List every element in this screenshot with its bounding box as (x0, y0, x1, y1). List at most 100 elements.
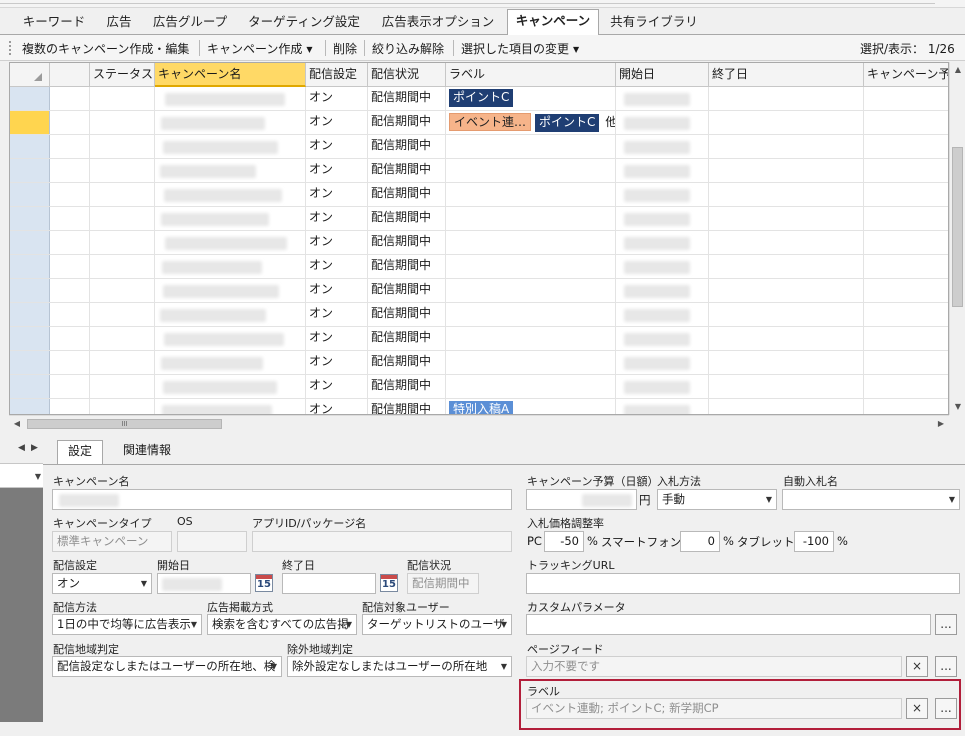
tab-campaign[interactable]: キャンペーン (507, 9, 599, 36)
pc-adjust-input[interactable]: -50 (544, 531, 584, 552)
calendar-icon[interactable]: 15 (380, 574, 398, 592)
table-row[interactable]: オン 配信期間中 (10, 135, 948, 159)
tab-related-info[interactable]: 関連情報 (113, 440, 181, 462)
table-row[interactable]: オン配信期間中イベント連…ポイントC 他 (10, 111, 948, 135)
cell-label[interactable] (446, 351, 616, 374)
cell-label[interactable] (446, 207, 616, 230)
calendar-icon[interactable]: 15 (255, 574, 273, 592)
row-header[interactable] (10, 399, 50, 414)
scroll-right-icon[interactable]: ▶ (933, 416, 949, 432)
table-row[interactable]: オン 配信期間中 (10, 375, 948, 399)
cell-campaign-name[interactable] (155, 279, 306, 302)
cell-campaign-name[interactable] (155, 111, 306, 134)
scroll-left-icon[interactable]: ◀ (9, 416, 25, 432)
exclude-geo-select[interactable]: 除外設定なしまたはユーザーの所在地 ▼ (287, 656, 512, 677)
col-status[interactable]: ステータス (90, 63, 155, 87)
cell-campaign-name[interactable] (155, 399, 306, 414)
row-header[interactable] (10, 159, 50, 182)
tab-targeting[interactable]: ターゲティング設定 (239, 11, 369, 35)
table-row[interactable]: オン 配信期間中 特別入稿A (10, 399, 948, 414)
page-feed-browse-button[interactable]: ... (935, 656, 957, 677)
delivery-method-select[interactable]: 1日の中で均等に広告表示 ▼ (52, 614, 202, 635)
table-row[interactable]: オン 配信期間中 (10, 207, 948, 231)
bulk-create-edit-button[interactable]: 複数のキャンペーン作成・編集 (22, 40, 189, 57)
scroll-thumb[interactable] (952, 147, 963, 307)
table-row[interactable]: オン 配信期間中 (10, 327, 948, 351)
cell-label[interactable] (446, 159, 616, 182)
col-campaign-budget[interactable]: キャンペーン予 (864, 63, 948, 87)
cell-label[interactable] (446, 303, 616, 326)
change-selected-button[interactable]: 選択した項目の変更 ▼ (461, 40, 579, 57)
geo-targeting-select[interactable]: 配信設定なしまたはユーザーの所在地、検 ▼ (52, 656, 282, 677)
row-header[interactable] (10, 303, 50, 326)
end-date-input[interactable] (282, 573, 376, 594)
delivery-setting-select[interactable]: オン ▼ (52, 573, 152, 594)
cell-campaign-name[interactable] (155, 135, 306, 158)
tab-ad-extensions[interactable]: 広告表示オプション (371, 11, 505, 35)
tab-ad[interactable]: 広告 (97, 11, 141, 35)
select-all-corner[interactable] (10, 63, 50, 87)
grid-horizontal-scrollbar[interactable]: ◀ III ▶ (9, 415, 949, 431)
row-header[interactable] (10, 135, 50, 158)
col-campaign-name[interactable]: キャンペーン名 (155, 63, 306, 87)
row-header[interactable] (10, 183, 50, 206)
col-delivery-state[interactable]: 配信状況 (368, 63, 446, 87)
tab-shared-library[interactable]: 共有ライブラリ (601, 11, 707, 35)
col-icon[interactable] (50, 63, 90, 87)
col-start-date[interactable]: 開始日 (616, 63, 709, 87)
nav-next-icon[interactable]: ▶ (31, 443, 38, 453)
row-header[interactable] (10, 351, 50, 374)
cell-campaign-name[interactable] (155, 207, 306, 230)
row-header[interactable] (10, 279, 50, 302)
cell-campaign-name[interactable] (155, 87, 306, 110)
left-panel-selector[interactable]: ▼ (0, 464, 43, 488)
cell-label[interactable]: 特別入稿A (446, 399, 616, 414)
row-header[interactable] (10, 207, 50, 230)
cell-label[interactable]: ポイントC (446, 87, 616, 110)
tablet-adjust-input[interactable]: -100 (794, 531, 834, 552)
table-row[interactable]: オン 配信期間中 (10, 231, 948, 255)
cell-label[interactable] (446, 135, 616, 158)
smartphone-adjust-input[interactable]: 0 (680, 531, 720, 552)
auto-bid-select[interactable]: ▼ (782, 489, 960, 510)
col-end-date[interactable]: 終了日 (709, 63, 864, 87)
page-feed-clear-button[interactable]: × (906, 656, 928, 677)
cell-campaign-name[interactable] (155, 327, 306, 350)
tracking-url-input[interactable] (526, 573, 960, 594)
tab-settings[interactable]: 設定 (57, 440, 104, 465)
cell-label[interactable] (446, 183, 616, 206)
bid-method-select[interactable]: 手動 ▼ (657, 489, 777, 510)
cell-campaign-name[interactable] (155, 231, 306, 254)
scroll-down-icon[interactable]: ▼ (950, 399, 965, 415)
cell-campaign-name[interactable] (155, 303, 306, 326)
clear-filter-button[interactable]: 絞り込み解除 (372, 40, 444, 57)
cell-campaign-name[interactable] (155, 183, 306, 206)
label-clear-button[interactable]: × (906, 698, 928, 719)
row-header[interactable] (10, 231, 50, 254)
row-header[interactable] (10, 87, 50, 110)
table-row[interactable]: オン 配信期間中 (10, 351, 948, 375)
start-date-input[interactable] (157, 573, 251, 594)
row-header[interactable] (10, 255, 50, 278)
table-row[interactable]: オン 配信期間中 (10, 183, 948, 207)
cell-label[interactable] (446, 375, 616, 398)
cell-label[interactable]: イベント連…ポイントC 他 (446, 111, 616, 134)
ad-placement-select[interactable]: 検索を含むすべての広告掲 ▼ (207, 614, 357, 635)
row-header[interactable] (10, 111, 50, 134)
custom-param-browse-button[interactable]: ... (935, 614, 957, 635)
custom-param-input[interactable] (526, 614, 931, 635)
cell-campaign-name[interactable] (155, 255, 306, 278)
tab-keyword[interactable]: キーワード (13, 11, 95, 35)
delete-button[interactable]: 削除 (333, 40, 357, 57)
cell-label[interactable] (446, 255, 616, 278)
cell-campaign-name[interactable] (155, 159, 306, 182)
label-browse-button[interactable]: ... (935, 698, 957, 719)
row-header[interactable] (10, 375, 50, 398)
scroll-up-icon[interactable]: ▲ (950, 62, 965, 78)
col-label[interactable]: ラベル (446, 63, 616, 87)
create-campaign-button[interactable]: キャンペーン作成 ▼ (207, 40, 313, 57)
table-row[interactable]: オン 配信期間中 ポイントC (10, 87, 948, 111)
cell-label[interactable] (446, 327, 616, 350)
nav-prev-icon[interactable]: ◀ (18, 443, 25, 453)
table-row[interactable]: オン 配信期間中 (10, 159, 948, 183)
